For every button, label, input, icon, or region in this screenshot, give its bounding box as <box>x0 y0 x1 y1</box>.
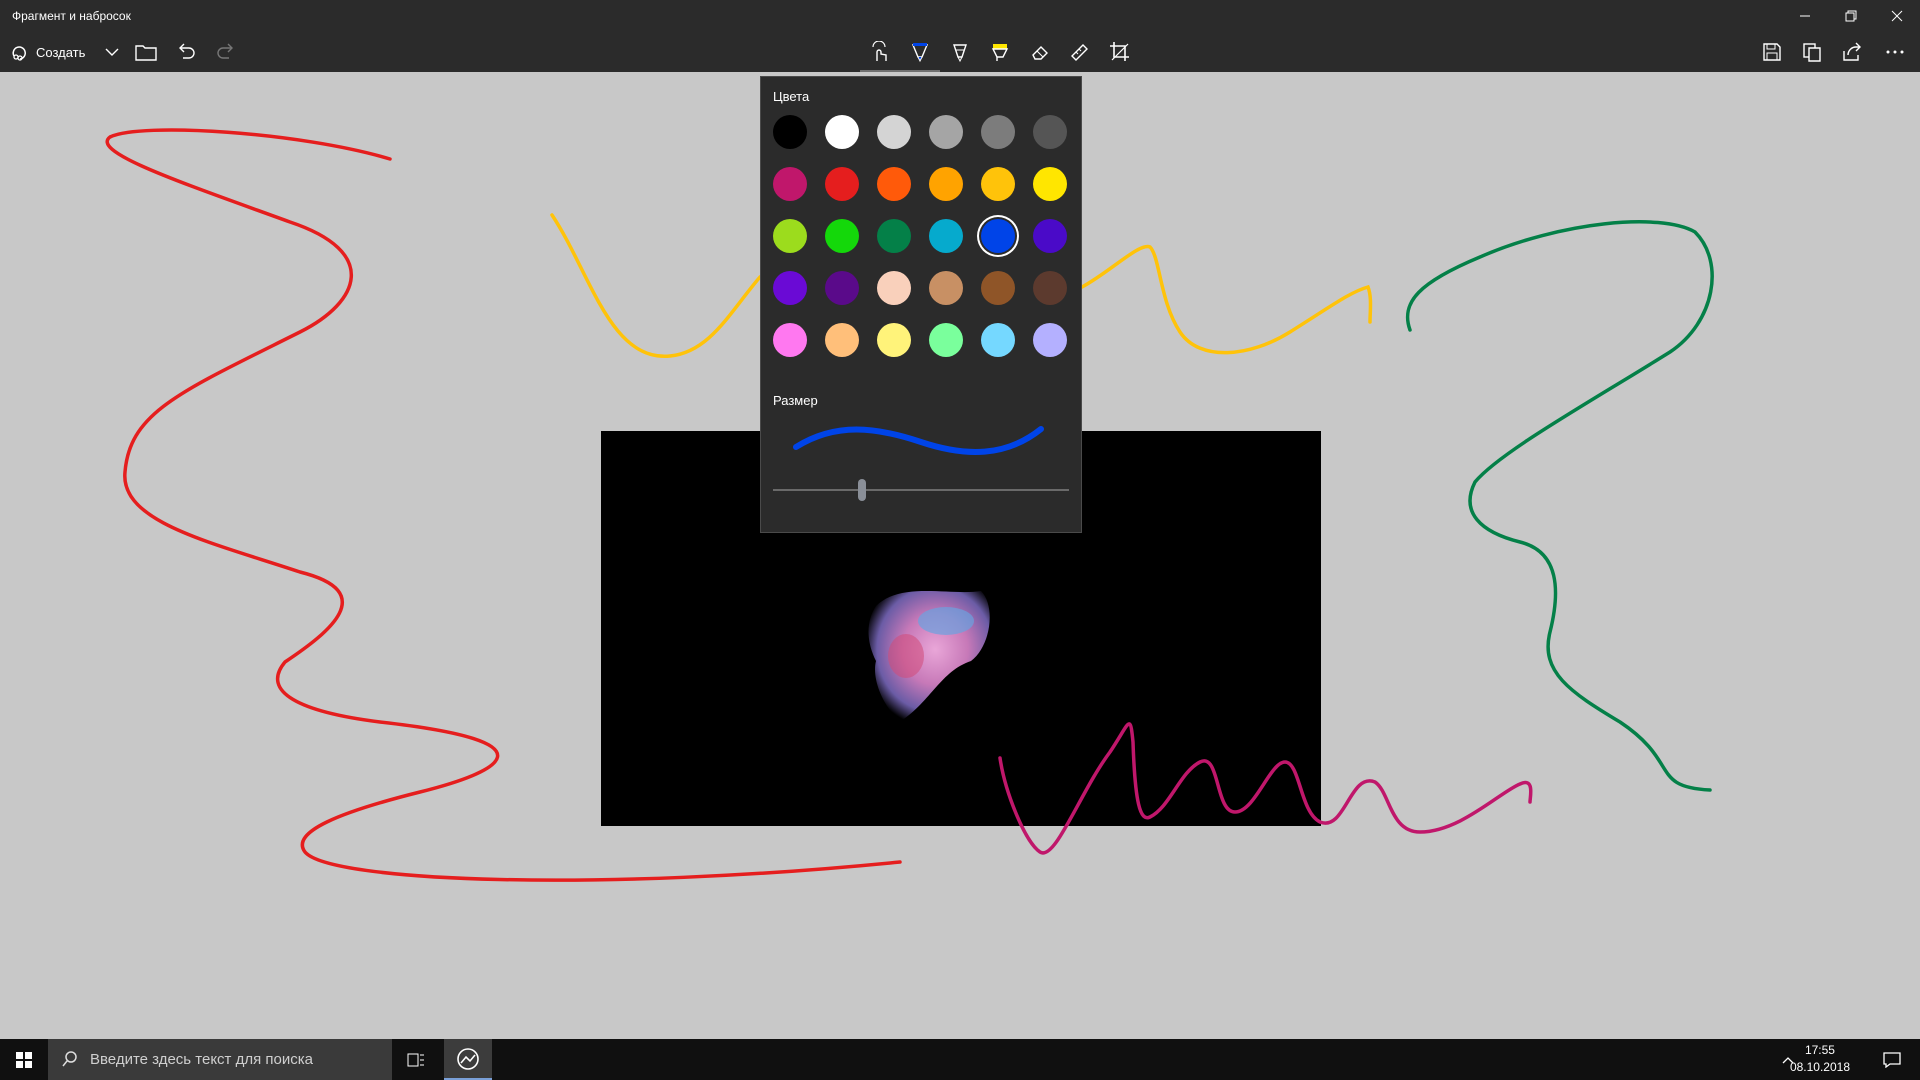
ballpoint-pen-icon <box>911 43 929 63</box>
taskbar-app-snip-sketch[interactable] <box>444 1039 492 1080</box>
pencil-button[interactable] <box>946 32 974 72</box>
ballpoint-pen-button[interactable] <box>906 32 934 72</box>
pencil-icon <box>953 44 967 63</box>
open-file-button[interactable] <box>134 32 158 72</box>
color-swatch[interactable] <box>929 271 963 305</box>
save-button[interactable] <box>1758 32 1786 72</box>
eraser-button[interactable] <box>1026 32 1054 72</box>
color-swatch[interactable] <box>981 219 1015 253</box>
yellow-stroke-right <box>1080 244 1373 355</box>
create-dropdown[interactable] <box>100 32 124 72</box>
app-toolbar: Создать <box>0 32 1920 73</box>
ruler-button[interactable] <box>1066 32 1094 72</box>
crop-icon <box>1110 42 1129 61</box>
clock-time: 17:55 <box>1804 1043 1835 1057</box>
color-swatch[interactable] <box>877 115 911 149</box>
color-swatch[interactable] <box>773 219 807 253</box>
color-swatch[interactable] <box>877 167 911 201</box>
size-slider-thumb[interactable] <box>857 479 866 501</box>
color-swatch[interactable] <box>773 115 807 149</box>
folder-icon <box>135 45 157 61</box>
task-view-icon <box>407 1053 424 1066</box>
green-stroke <box>1405 220 1714 792</box>
color-swatch[interactable] <box>773 323 807 357</box>
create-label: Создать <box>36 44 86 60</box>
size-preview-stroke <box>793 426 1044 455</box>
pen-options-flyout: Цвета Размер <box>760 76 1082 533</box>
highlighter-icon <box>991 44 1009 61</box>
color-swatch[interactable] <box>1033 219 1067 253</box>
color-swatch[interactable] <box>1033 323 1067 357</box>
title-bar: Фрагмент и набросок <box>0 0 1920 32</box>
window-title: Фрагмент и набросок <box>12 9 131 23</box>
touch-writing-icon <box>872 41 887 61</box>
more-options-button[interactable] <box>1878 32 1912 72</box>
size-slider-track[interactable] <box>773 489 1069 491</box>
chevron-down-icon <box>105 48 119 56</box>
notification-icon <box>1883 1051 1901 1068</box>
copy-icon <box>1803 43 1821 62</box>
color-swatch[interactable] <box>877 271 911 305</box>
create-button[interactable]: Создать <box>10 32 90 72</box>
snip-sketch-app-icon <box>457 1047 479 1070</box>
color-swatch[interactable] <box>981 115 1015 149</box>
action-center-button[interactable] <box>1872 1039 1912 1080</box>
color-swatch[interactable] <box>825 271 859 305</box>
ruler-icon <box>1071 44 1088 61</box>
magenta-stroke <box>998 722 1533 855</box>
undo-button[interactable] <box>174 32 198 72</box>
size-label: Размер <box>773 393 818 408</box>
windows-taskbar: Введите здесь текст для поиска 17:55 08.… <box>0 1039 1920 1080</box>
yellow-stroke-left <box>550 213 762 358</box>
close-button[interactable] <box>1874 0 1920 32</box>
color-swatch[interactable] <box>825 167 859 201</box>
color-swatch[interactable] <box>773 167 807 201</box>
share-button[interactable] <box>1838 32 1866 72</box>
color-swatch[interactable] <box>1033 167 1067 201</box>
colors-label: Цвета <box>773 89 810 104</box>
minimize-button[interactable] <box>1782 0 1828 32</box>
color-swatch[interactable] <box>929 219 963 253</box>
share-icon <box>1843 42 1861 61</box>
color-swatch[interactable] <box>981 271 1015 305</box>
windows-logo-icon <box>16 1051 32 1068</box>
color-swatch[interactable] <box>929 323 963 357</box>
search-placeholder: Введите здесь текст для поиска <box>90 1051 313 1068</box>
redo-button[interactable] <box>214 32 238 72</box>
highlighter-button[interactable] <box>986 32 1014 72</box>
color-swatch[interactable] <box>877 323 911 357</box>
color-swatch[interactable] <box>877 219 911 253</box>
crop-button[interactable] <box>1106 32 1134 72</box>
save-icon <box>1763 43 1781 61</box>
clock-date: 08.10.2018 <box>1789 1060 1850 1074</box>
color-swatch[interactable] <box>929 167 963 201</box>
eraser-icon <box>1032 46 1048 60</box>
new-snip-icon <box>12 46 26 61</box>
color-swatch[interactable] <box>981 323 1015 357</box>
task-view-button[interactable] <box>400 1039 432 1080</box>
undo-icon <box>179 43 195 59</box>
color-swatch[interactable] <box>981 167 1015 201</box>
clock[interactable]: 17:55 08.10.2018 <box>1790 1042 1850 1076</box>
copy-button[interactable] <box>1798 32 1826 72</box>
search-icon <box>62 1051 77 1067</box>
color-swatch[interactable] <box>825 323 859 357</box>
color-swatch[interactable] <box>1033 271 1067 305</box>
taskbar-search-box[interactable]: Введите здесь текст для поиска <box>48 1039 392 1080</box>
redo-icon <box>217 43 233 59</box>
touch-writing-button[interactable] <box>866 32 894 72</box>
more-icon <box>1886 50 1904 54</box>
color-swatch[interactable] <box>1033 115 1067 149</box>
restore-button[interactable] <box>1828 0 1874 32</box>
color-swatch[interactable] <box>825 219 859 253</box>
color-swatch[interactable] <box>929 115 963 149</box>
color-swatch[interactable] <box>825 115 859 149</box>
start-button[interactable] <box>0 1039 48 1080</box>
color-swatch[interactable] <box>773 271 807 305</box>
